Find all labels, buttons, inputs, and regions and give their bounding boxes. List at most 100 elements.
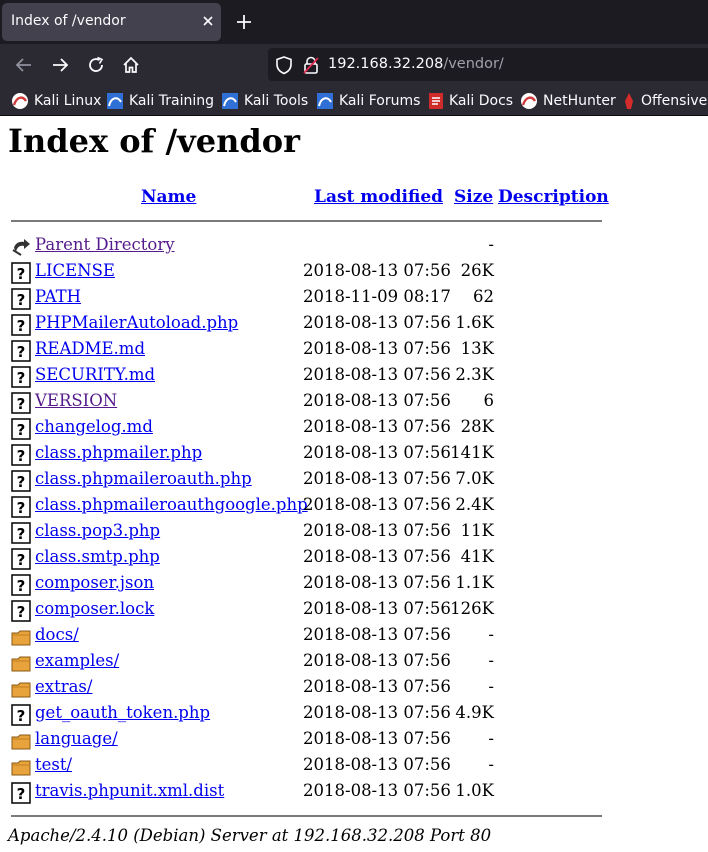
folder-icon	[11, 678, 31, 700]
shield-icon[interactable]	[275, 55, 293, 75]
column-header-size[interactable]: Size	[454, 187, 493, 207]
nethunter-icon	[521, 93, 537, 109]
entry-size: 1.1K	[455, 573, 494, 592]
table-row: ? PATH 2018-11-09 08:17 62	[0, 285, 708, 311]
bookmark-nethunter[interactable]: NetHunter	[520, 91, 616, 111]
unknown-file-icon: ?	[11, 314, 31, 336]
entry-last-modified: 2018-08-13 07:56	[303, 703, 451, 722]
bookmark-kali-tools[interactable]: Kali Tools	[221, 91, 308, 111]
entry-link[interactable]: changelog.md	[35, 417, 153, 436]
reload-icon[interactable]	[85, 54, 107, 76]
entry-last-modified: 2018-08-13 07:56	[303, 599, 451, 618]
home-icon[interactable]	[120, 54, 142, 76]
entry-link[interactable]: Parent Directory	[35, 235, 175, 254]
svg-text:?: ?	[17, 785, 26, 803]
entry-size: 141K	[450, 443, 494, 462]
kali-forums-icon	[317, 93, 333, 109]
entry-link[interactable]: class.phpmaileroauthgoogle.php	[35, 495, 308, 514]
entry-size: 6	[483, 391, 495, 410]
url-text[interactable]: 192.168.32.208/vendor/	[328, 56, 504, 72]
table-row: language/2018-08-13 07:56 -	[0, 727, 708, 753]
entry-size: -	[488, 729, 494, 748]
kali-docs-icon	[429, 93, 443, 109]
entry-link[interactable]: language/	[35, 729, 118, 748]
bookmark-kali-forums[interactable]: Kali Forums	[316, 91, 420, 111]
table-row: ? class.phpmaileroauthgoogle.php 2018-08-1…	[0, 493, 708, 519]
entry-last-modified: 2018-08-13 07:56	[303, 625, 451, 644]
entry-link[interactable]: class.smtp.php	[35, 547, 160, 566]
unknown-file-icon: ?	[11, 574, 31, 596]
bookmark-kali-docs[interactable]: Kali Docs	[428, 91, 513, 111]
entry-size: 41K	[460, 547, 494, 566]
entry-size: 62	[473, 287, 494, 306]
entry-link[interactable]: class.pop3.php	[35, 521, 160, 540]
entry-last-modified: 2018-08-13 07:56	[303, 261, 451, 280]
entry-link[interactable]: docs/	[35, 625, 79, 644]
entry-last-modified: 2018-08-13 07:56	[303, 469, 451, 488]
entry-link[interactable]: class.phpmaileroauth.php	[35, 469, 252, 488]
entry-link[interactable]: get_oauth_token.php	[35, 703, 210, 722]
svg-text:?: ?	[17, 291, 26, 309]
bookmark-offensive[interactable]: Offensive	[622, 91, 707, 111]
entry-last-modified: 2018-08-13 07:56	[303, 443, 451, 462]
navigation-bar: 192.168.32.208/vendor/	[0, 44, 708, 86]
column-header-description[interactable]: Description	[498, 187, 609, 207]
entry-size: 126K	[450, 599, 494, 618]
entry-last-modified: 2018-08-13 07:56	[303, 365, 451, 384]
svg-text:?: ?	[17, 447, 26, 465]
entry-link[interactable]: class.phpmailer.php	[35, 443, 202, 462]
table-row: ? composer.json 2018-08-13 07:56 1.1K	[0, 571, 708, 597]
svg-text:?: ?	[17, 707, 26, 725]
back-icon[interactable]	[13, 54, 35, 76]
entry-link[interactable]: extras/	[35, 677, 92, 696]
unknown-file-icon: ?	[11, 288, 31, 310]
entry-link[interactable]: VERSION	[35, 391, 117, 410]
entry-size: -	[488, 755, 494, 774]
entry-link[interactable]: PATH	[35, 287, 81, 306]
column-header-name[interactable]: Name	[141, 187, 196, 207]
svg-text:?: ?	[17, 421, 26, 439]
table-row: examples/2018-08-13 07:56 -	[0, 649, 708, 675]
entry-link[interactable]: examples/	[35, 651, 119, 670]
unknown-file-icon: ?	[11, 470, 31, 492]
bookmark-kali-training[interactable]: Kali Training	[106, 91, 214, 111]
table-row: ? composer.lock 2018-08-13 07:56 126K	[0, 597, 708, 623]
entry-link[interactable]: travis.phpunit.xml.dist	[35, 781, 224, 800]
svg-text:?: ?	[17, 317, 26, 335]
bookmark-kali-linux[interactable]: Kali Linux	[11, 91, 101, 111]
entry-link[interactable]: LICENSE	[35, 261, 115, 280]
svg-text:?: ?	[17, 343, 26, 361]
back-arrow-icon	[11, 236, 31, 258]
entry-size: 2.4K	[455, 495, 494, 514]
tab-title: Index of /vendor	[11, 13, 126, 29]
column-header-last-modified[interactable]: Last modified	[314, 187, 443, 207]
entry-link[interactable]: composer.lock	[35, 599, 154, 618]
entry-size: 26K	[460, 261, 494, 280]
active-tab[interactable]: Index of /vendor	[2, 3, 221, 41]
unknown-file-icon: ?	[11, 340, 31, 362]
unknown-file-icon: ?	[11, 418, 31, 440]
close-tab-icon[interactable]	[198, 11, 218, 31]
entry-size: -	[488, 625, 494, 644]
entry-size: -	[488, 651, 494, 670]
entry-link[interactable]: README.md	[35, 339, 145, 358]
entry-link[interactable]: composer.json	[35, 573, 154, 592]
entry-link[interactable]: PHPMailerAutoload.php	[35, 313, 238, 332]
entry-last-modified: 2018-08-13 07:56	[303, 781, 451, 800]
new-tab-icon[interactable]	[233, 11, 255, 33]
table-row: ? README.md 2018-08-13 07:56 13K	[0, 337, 708, 363]
folder-icon	[11, 730, 31, 752]
entry-size: 11K	[460, 521, 494, 540]
table-row: ? LICENSE 2018-08-13 07:56 26K	[0, 259, 708, 285]
table-row: ? class.pop3.php 2018-08-13 07:56 11K	[0, 519, 708, 545]
insecure-lock-icon[interactable]	[302, 55, 320, 75]
entry-last-modified: 2018-08-13 07:56	[303, 521, 451, 540]
entry-size: 28K	[460, 417, 494, 436]
entry-size: -	[488, 677, 494, 696]
folder-icon	[11, 626, 31, 648]
url-bar[interactable]: 192.168.32.208/vendor/	[268, 48, 708, 81]
table-row: ? PHPMailerAutoload.php 2018-08-13 07:56 1.…	[0, 311, 708, 337]
forward-icon[interactable]	[49, 54, 71, 76]
entry-link[interactable]: test/	[35, 755, 72, 774]
entry-link[interactable]: SECURITY.md	[35, 365, 155, 384]
